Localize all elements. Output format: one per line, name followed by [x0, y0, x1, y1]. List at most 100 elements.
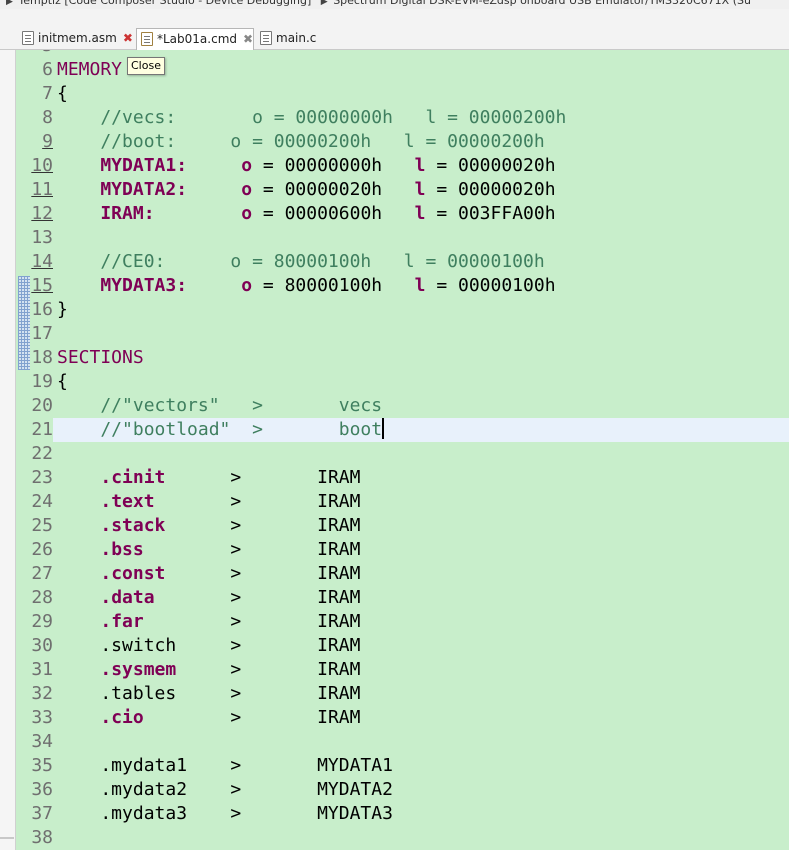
code-line[interactable]: 10 MYDATA1: o = 00000000h l = 00000020h	[16, 154, 789, 178]
code-token: > IRAM	[143, 707, 361, 728]
code-token: > IRAM	[143, 539, 361, 560]
line-code: {	[57, 370, 68, 394]
code-token: = 00000600h	[252, 203, 415, 224]
code-line[interactable]: 30 .switch > IRAM	[16, 634, 789, 658]
line-code: .text > IRAM	[57, 490, 360, 514]
code-line[interactable]: 28 .data > IRAM	[16, 586, 789, 610]
code-token: .cinit	[100, 467, 166, 488]
line-code: .mydata3 > MYDATA3	[57, 802, 393, 826]
line-number: 9	[42, 131, 53, 152]
line-number: 18	[31, 347, 53, 368]
ruler-marker	[0, 837, 14, 839]
code-token: > IRAM	[154, 491, 361, 512]
code-line[interactable]: 7{	[16, 82, 789, 106]
line-number: 8	[42, 107, 53, 128]
code-line[interactable]: 21 //"bootload" > boot	[16, 418, 789, 442]
code-token: .text	[100, 491, 155, 512]
code-token: .sysmem	[100, 659, 177, 680]
code-line[interactable]: 8 //vecs: o = 00000000h l = 00000200h	[16, 106, 789, 130]
code-token: = 00000020h	[425, 155, 556, 176]
code-token: .tables > IRAM	[57, 683, 361, 704]
line-code: MYDATA2: o = 00000020h l = 00000020h	[57, 178, 555, 202]
line-number: 25	[31, 515, 53, 536]
line-number: 30	[31, 635, 53, 656]
code-line[interactable]: 17	[16, 322, 789, 346]
code-editor[interactable]: 56MEMORY7{8 //vecs: o = 00000000h l = 00…	[16, 50, 789, 850]
code-token: {	[57, 371, 68, 392]
line-code: //"bootload" > boot	[57, 418, 385, 442]
tab-lab01a-cmd[interactable]: *Lab01a.cmd ✖	[136, 28, 254, 50]
code-token: o	[241, 203, 253, 224]
line-code: .far > IRAM	[57, 610, 360, 634]
code-line[interactable]: 37 .mydata3 > MYDATA3	[16, 802, 789, 826]
line-code: .cinit > IRAM	[57, 466, 360, 490]
code-line[interactable]: 33 .cio > IRAM	[16, 706, 789, 730]
code-line[interactable]: 34	[16, 730, 789, 754]
code-line[interactable]: 35 .mydata1 > MYDATA1	[16, 754, 789, 778]
line-number: 22	[31, 443, 53, 464]
line-code: //vecs: o = 00000000h l = 00000200h	[57, 106, 566, 130]
line-number: 38	[31, 827, 53, 848]
code-line[interactable]: 27 .const > IRAM	[16, 562, 789, 586]
line-number: 27	[31, 563, 53, 584]
tab-label: initmem.asm	[38, 31, 117, 45]
code-token: .switch > IRAM	[57, 635, 361, 656]
tab-label: main.c	[276, 31, 317, 45]
editor-left-ruler	[0, 50, 16, 850]
code-token: > IRAM	[176, 659, 361, 680]
code-line[interactable]: 16}	[16, 298, 789, 322]
code-line[interactable]: 19{	[16, 370, 789, 394]
line-number: 17	[31, 323, 53, 344]
close-tab-icon[interactable]: ✖	[123, 28, 133, 48]
code-token: .const	[100, 563, 166, 584]
close-tab-icon[interactable]: ✖	[243, 29, 253, 49]
code-line[interactable]: 18 SECTIONS	[16, 346, 789, 370]
code-line[interactable]: 9 //boot: o = 00000200h l = 00000200h	[16, 130, 789, 154]
code-token: .bss	[100, 539, 144, 560]
code-line[interactable]: 36 .mydata2 > MYDATA2	[16, 778, 789, 802]
code-line[interactable]: 13	[16, 226, 789, 250]
code-token: > IRAM	[154, 587, 361, 608]
editor-tab-bar: initmem.asm ✖ *Lab01a.cmd ✖ main.c	[0, 9, 789, 50]
line-number: 37	[31, 803, 53, 824]
code-line[interactable]: 24 .text > IRAM	[16, 490, 789, 514]
line-number: 28	[31, 587, 53, 608]
code-line[interactable]: 23 .cinit > IRAM	[16, 466, 789, 490]
code-token: //CE0: o = 80000100h l = 00000100h	[57, 251, 545, 272]
line-number: 10	[31, 155, 53, 176]
code-line[interactable]: 26 .bss > IRAM	[16, 538, 789, 562]
code-line[interactable]: 32 .tables > IRAM	[16, 682, 789, 706]
code-line[interactable]: 25 .stack > IRAM	[16, 514, 789, 538]
line-number: 36	[31, 779, 53, 800]
code-token: = 00000000h	[252, 155, 415, 176]
code-token: }	[57, 299, 68, 320]
code-line[interactable]: 12 IRAM: o = 00000600h l = 003FFA00h	[16, 202, 789, 226]
code-line[interactable]: 31 .sysmem > IRAM	[16, 658, 789, 682]
line-code: .mydata2 > MYDATA2	[57, 778, 393, 802]
code-line[interactable]: 15 MYDATA3: o = 80000100h l = 00000100h	[16, 274, 789, 298]
code-token: o	[241, 275, 253, 296]
code-token: MEMORY	[57, 59, 123, 80]
close-tooltip: Close	[127, 57, 165, 75]
line-number: 6	[42, 59, 53, 80]
tab-initmem-asm[interactable]: initmem.asm ✖	[18, 28, 136, 50]
line-code: MYDATA3: o = 80000100h l = 00000100h	[57, 274, 555, 298]
code-line[interactable]: 29 .far > IRAM	[16, 610, 789, 634]
code-line[interactable]: 22	[16, 442, 789, 466]
code-token: //"vectors" > vecs	[57, 395, 383, 416]
code-line[interactable]: 11 MYDATA2: o = 00000020h l = 00000020h	[16, 178, 789, 202]
line-code: .switch > IRAM	[57, 634, 360, 658]
code-line[interactable]: 14 //CE0: o = 80000100h l = 00000100h	[16, 250, 789, 274]
code-line[interactable]: 20 //"vectors" > vecs	[16, 394, 789, 418]
line-code: .bss > IRAM	[57, 538, 360, 562]
line-number: 26	[31, 539, 53, 560]
text-caret	[382, 418, 385, 439]
code-line[interactable]: 38	[16, 826, 789, 850]
tab-main-c[interactable]: main.c	[256, 28, 336, 50]
code-token: l	[414, 203, 426, 224]
